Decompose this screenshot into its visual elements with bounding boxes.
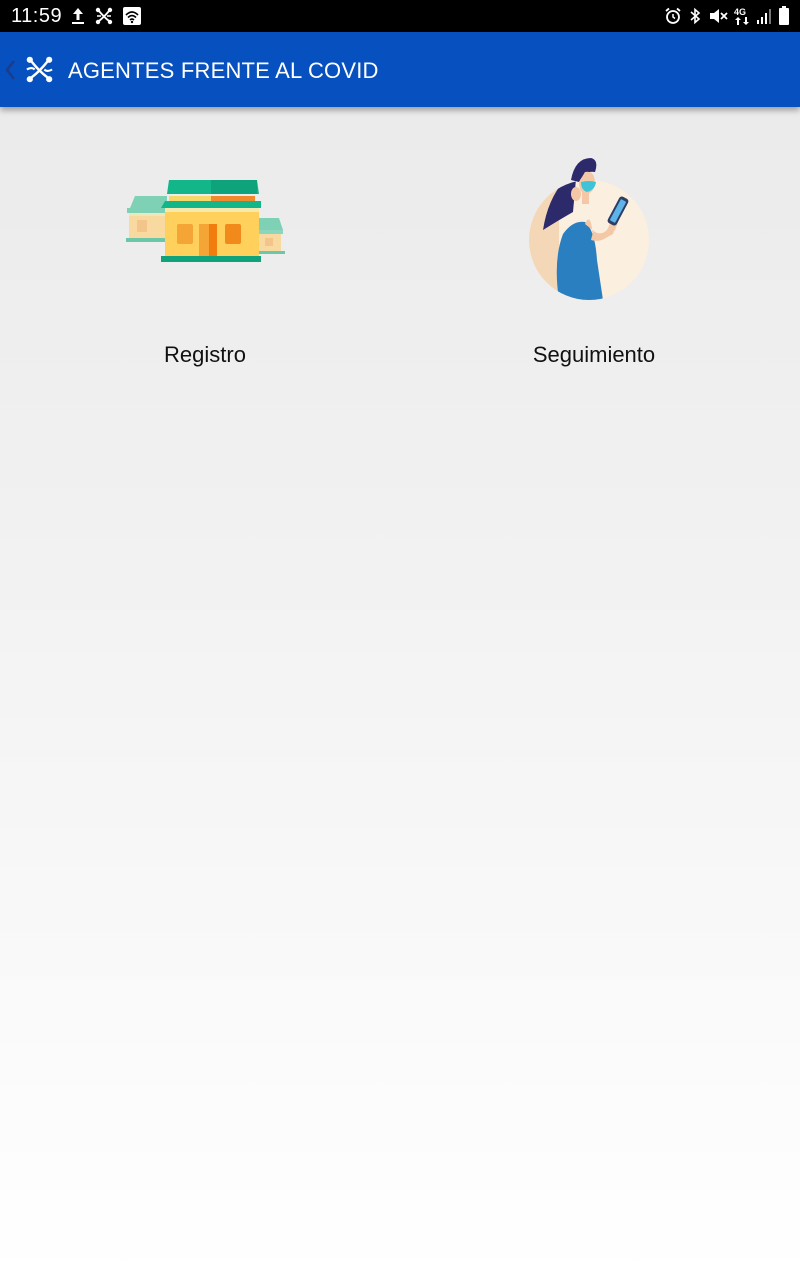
- houses-illustration-icon: [126, 180, 285, 262]
- app-bar: AGENTES FRENTE AL COVID: [0, 32, 800, 107]
- upload-icon: [72, 8, 84, 24]
- signal-icon: [757, 9, 771, 24]
- menu-label-registro: Registro: [164, 342, 246, 367]
- menu-item-registro[interactable]: Registro: [55, 150, 355, 380]
- network-label: 4G: [734, 7, 747, 17]
- app-title: AGENTES FRENTE AL COVID: [68, 58, 379, 83]
- menu-item-seguimiento[interactable]: Seguimiento: [444, 150, 744, 380]
- network-4g-icon: 4G: [734, 7, 750, 25]
- menu-label-seguimiento: Seguimiento: [532, 342, 656, 367]
- app-logo-icon: [26, 56, 53, 83]
- status-bar: 11:59 4G: [0, 0, 800, 32]
- status-notification-icons: [70, 6, 142, 26]
- mute-icon: [710, 9, 728, 23]
- battery-icon: [779, 6, 789, 25]
- status-time: 11:59: [11, 5, 63, 27]
- data-arrows-icon: [735, 17, 749, 25]
- alarm-icon: [665, 7, 681, 24]
- status-system-icons: 4G: [664, 6, 790, 26]
- app-logo-notification-icon: [95, 7, 113, 25]
- bluetooth-icon: [690, 7, 701, 25]
- wifi-notification-icon: [123, 7, 141, 25]
- woman-phone-illustration-icon: [529, 158, 649, 300]
- back-chevron-icon[interactable]: [3, 57, 17, 83]
